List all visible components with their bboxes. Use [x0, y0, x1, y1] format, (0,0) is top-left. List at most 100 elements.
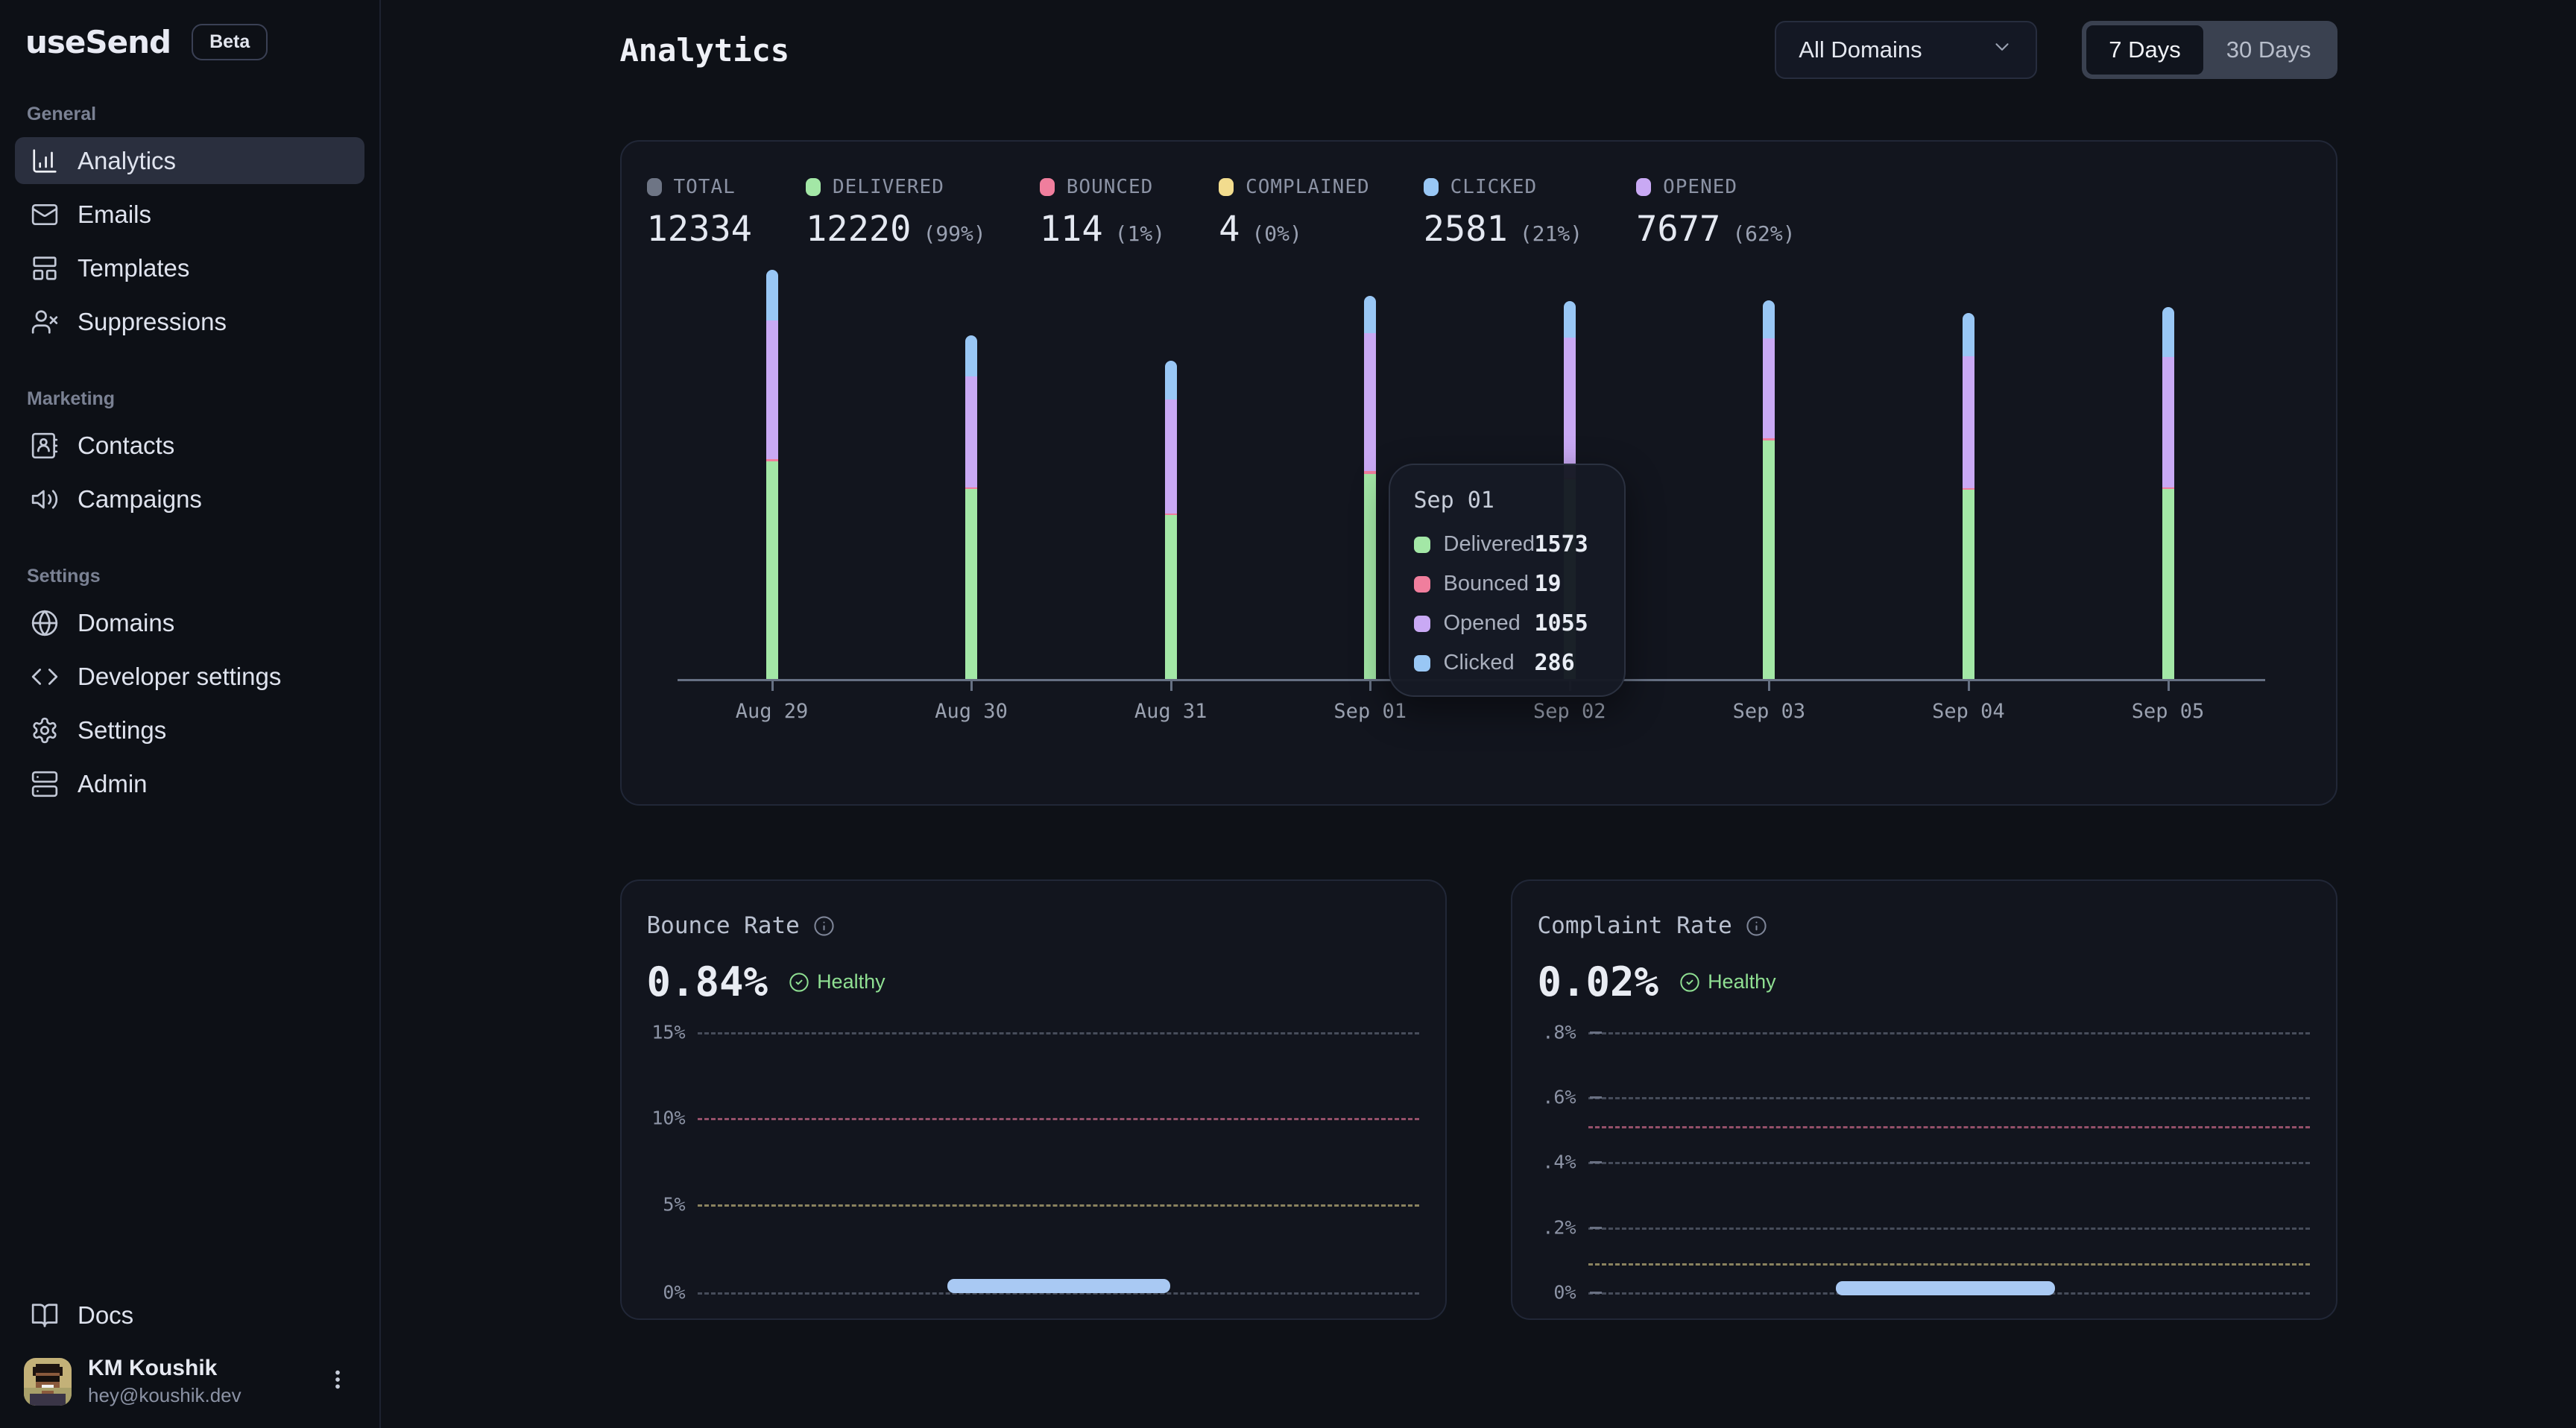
y-axis-label: .4%: [1512, 1151, 1576, 1173]
x-axis-label: Sep 02: [1533, 700, 1606, 723]
rate-bar[interactable]: [947, 1279, 1170, 1293]
rate-bar[interactable]: [1836, 1281, 2056, 1295]
stat-dot: [1424, 178, 1439, 196]
x-axis-tick: [1170, 681, 1172, 691]
domain-select[interactable]: All Domains: [1775, 21, 2037, 79]
tooltip-label: Bounced: [1444, 572, 1535, 596]
sidebar-item-analytics[interactable]: Analytics: [15, 137, 364, 184]
sidebar-item-contacts[interactable]: Contacts: [15, 422, 364, 469]
stat-value: 12334: [647, 209, 752, 250]
health-status-badge: Healthy: [1679, 970, 1776, 993]
tooltip-row-delivered: Delivered1573: [1414, 531, 1602, 557]
threshold-line-yellow: [1588, 1263, 2310, 1266]
tooltip-value: 286: [1535, 650, 1575, 676]
range-option-7-days[interactable]: 7 Days: [2086, 25, 2203, 75]
check-circle-icon: [789, 972, 809, 993]
stat-bounced: BOUNCED114(1%): [1040, 176, 1165, 250]
x-axis-tick: [1968, 681, 1970, 691]
analytics-chart-card: TOTAL12334DELIVERED12220(99%)BOUNCED114(…: [620, 140, 2337, 806]
bar-sep-05[interactable]: [2162, 307, 2174, 679]
sidebar-item-campaigns[interactable]: Campaigns: [15, 476, 364, 522]
stat-percentage: (21%): [1520, 221, 1582, 246]
sidebar-item-label: Suppressions: [78, 308, 227, 336]
rate-cards-row: Bounce Rate0.84%Healthy15%10%5%0% Compla…: [620, 879, 2337, 1320]
page-title: Analytics: [620, 32, 790, 69]
sidebar-item-developer-settings[interactable]: Developer settings: [15, 653, 364, 700]
sidebar-item-label: Templates: [78, 254, 189, 282]
sidebar: useSend Beta GeneralAnalyticsEmailsTempl…: [0, 0, 381, 1428]
info-icon[interactable]: [813, 915, 835, 937]
sidebar-item-label: Campaigns: [78, 485, 202, 514]
sidebar-item-label: Admin: [78, 770, 148, 798]
bar-aug-29[interactable]: [766, 270, 778, 679]
stat-percentage: (62%): [1732, 221, 1795, 246]
sidebar-item-settings[interactable]: Settings: [15, 707, 364, 754]
tooltip-label: Opened: [1444, 611, 1535, 636]
bar-segment-delivered: [1165, 515, 1177, 679]
bar-segment-delivered: [1763, 440, 1775, 679]
bar-segment-opened: [1963, 356, 1974, 488]
server-icon: [30, 769, 60, 799]
tooltip-value: 19: [1535, 571, 1562, 597]
bar-segment-clicked: [965, 335, 977, 376]
bar-segment-clicked: [1165, 361, 1177, 400]
x-axis-tick: [771, 681, 774, 691]
stats-row: TOTAL12334DELIVERED12220(99%)BOUNCED114(…: [622, 142, 2336, 250]
sidebar-item-label: Domains: [78, 609, 174, 637]
y-axis-label: 0%: [1512, 1282, 1576, 1304]
bar-sep-03[interactable]: [1763, 300, 1775, 679]
stat-delivered: DELIVERED12220(99%): [806, 176, 986, 250]
tooltip-value: 1055: [1535, 610, 1588, 636]
bar-segment-delivered: [965, 489, 977, 679]
bar-segment-opened: [2162, 357, 2174, 487]
chevron-down-icon: [1991, 36, 2013, 64]
sidebar-item-admin[interactable]: Admin: [15, 760, 364, 807]
page-header: Analytics All Domains 7 Days30 Days: [620, 21, 2337, 79]
stat-dot: [1636, 178, 1651, 196]
range-option-30-days[interactable]: 30 Days: [2204, 25, 2334, 75]
rate-value: 0.02%: [1538, 958, 1659, 1005]
x-axis-label: Aug 30: [935, 700, 1008, 723]
y-axis-tick: [1590, 1227, 1602, 1229]
bar-aug-30[interactable]: [965, 335, 977, 679]
bar-sep-01[interactable]: [1364, 296, 1376, 679]
stat-dot: [1040, 178, 1055, 196]
sidebar-item-templates[interactable]: Templates: [15, 244, 364, 291]
bar-segment-clicked: [1963, 313, 1974, 356]
stat-complained: COMPLAINED4(0%): [1219, 176, 1370, 250]
info-icon[interactable]: [1746, 915, 1767, 937]
x-axis-label: Aug 31: [1134, 700, 1208, 723]
bar-sep-04[interactable]: [1963, 313, 1974, 679]
sidebar-item-domains[interactable]: Domains: [15, 599, 364, 646]
sidebar-item-suppressions[interactable]: Suppressions: [15, 298, 364, 345]
y-axis-label: .2%: [1512, 1216, 1576, 1238]
y-axis-tick: [1590, 1031, 1602, 1034]
bar-segment-clicked: [766, 270, 778, 320]
x-axis-label: Sep 04: [1932, 700, 2005, 723]
user-row[interactable]: KM Koushik hey@koushik.dev: [15, 1345, 364, 1407]
layout-panels-icon: [30, 253, 60, 283]
chart-column-icon: [30, 146, 60, 176]
stat-dot: [806, 178, 821, 196]
bar-segment-opened: [1165, 399, 1177, 513]
tooltip-swatch: [1414, 655, 1430, 672]
y-axis-label: .8%: [1512, 1022, 1576, 1043]
sidebar-item-docs[interactable]: Docs: [15, 1292, 364, 1339]
tooltip-row-opened: Opened1055: [1414, 610, 1602, 636]
x-axis-label: Sep 05: [2132, 700, 2205, 723]
date-range-toggle: 7 Days30 Days: [2082, 21, 2337, 79]
stat-value: 2581: [1424, 209, 1508, 250]
gridline-.8pct: [1588, 1032, 2310, 1034]
tooltip-swatch: [1414, 537, 1430, 553]
bar-aug-31[interactable]: [1165, 361, 1177, 679]
tooltip-swatch: [1414, 616, 1430, 632]
user-menu-button[interactable]: [318, 1360, 357, 1403]
sidebar-nav: GeneralAnalyticsEmailsTemplatesSuppressi…: [15, 60, 364, 814]
y-axis-label: 0%: [622, 1282, 686, 1304]
sidebar-item-label: Contacts: [78, 432, 174, 460]
mail-icon: [30, 200, 60, 230]
sidebar-item-emails[interactable]: Emails: [15, 191, 364, 238]
chart-tooltip: Sep 01 Delivered1573Bounced19Opened1055C…: [1389, 464, 1626, 697]
gear-icon: [30, 715, 60, 745]
domain-select-value: All Domains: [1799, 37, 1922, 63]
